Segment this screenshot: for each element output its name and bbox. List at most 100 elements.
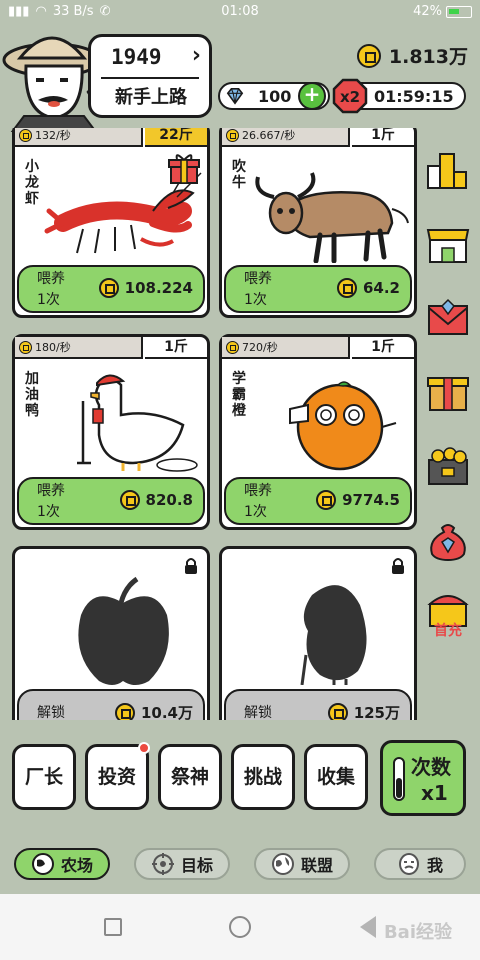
diamond-icon <box>226 87 244 105</box>
orange-image <box>289 381 397 471</box>
coin-icon <box>226 128 239 142</box>
income-rate: 180/秒 <box>15 337 143 359</box>
coin-balance: 1.813万 <box>356 42 468 69</box>
animal-card-ox[interactable]: 26.667/秒 1斤 吹牛 喂养 1次 64.2 <box>219 128 417 318</box>
animal-card-orange[interactable]: 720/秒 1斤 学霸橙 喂养 1次 9774.5 <box>219 334 417 530</box>
recent-apps-icon[interactable] <box>104 918 122 936</box>
status-bar: ▮▮▮ ◠ 33 B/s ✆ 01:08 42% <box>0 0 480 24</box>
feed-label: 喂养 <box>37 271 65 287</box>
coin-icon <box>356 43 381 68</box>
multiplier-badge[interactable]: x2 <box>332 78 368 114</box>
nav-alliance[interactable]: 联盟 <box>254 848 350 880</box>
feed-button[interactable]: 喂养 1次 820.8 <box>17 477 205 525</box>
money-bag-icon[interactable] <box>426 518 470 562</box>
lock-icon <box>392 558 404 574</box>
player-level: 1949 <box>111 45 162 69</box>
lock-icon <box>185 558 197 574</box>
locked-apple-silhouette <box>78 576 169 685</box>
challenge-button[interactable]: 挑战 <box>231 744 295 810</box>
animal-name: 加油鸭 <box>25 371 39 419</box>
feed-cost: 820.8 <box>145 491 193 509</box>
farm-grid[interactable]: 132/秒 22斤 小龙虾 喂养 1次 108.224 26.667/秒 1斤 … <box>12 128 417 720</box>
invest-label: 投资 <box>97 766 136 788</box>
feed-cost: 108.224 <box>124 279 193 297</box>
coin-icon <box>114 702 135 720</box>
bottom-nav: 农场 目标 联盟 我 <box>0 836 480 894</box>
first-recharge-label: 首充 <box>434 623 462 639</box>
battery-icon <box>446 5 472 18</box>
add-gems-button[interactable]: + <box>298 82 326 110</box>
chevron-right-icon: › <box>191 43 201 68</box>
animal-weight: 22斤 <box>145 128 207 147</box>
player-level-card[interactable]: 1949 › 新手上路 <box>88 34 212 118</box>
mail-icon[interactable] <box>426 296 470 340</box>
action-bar: 厂长 投资 祭神 挑战 收集 次数 x1 <box>12 740 468 816</box>
unlock-label: 解锁 <box>244 705 272 720</box>
animal-weight: 1斤 <box>352 128 414 147</box>
system-nav-bar: Bai经验 <box>0 894 480 960</box>
feed-times: 1次 <box>37 504 60 520</box>
multiplier-text: x2 <box>340 88 360 106</box>
animal-card-locked-apple[interactable]: 解锁 10.4万 <box>12 546 210 720</box>
coin-icon <box>19 128 32 142</box>
ranking-icon[interactable] <box>426 148 470 192</box>
animal-card-crayfish[interactable]: 132/秒 22斤 小龙虾 喂养 1次 108.224 <box>12 128 210 318</box>
unlock-cost: 10.4万 <box>140 704 193 720</box>
clock: 01:08 <box>221 4 259 19</box>
nav-goal-label: 目标 <box>180 856 213 875</box>
unlock-button[interactable]: 解锁 10.4万 <box>17 689 205 720</box>
gem-amount: 100 <box>258 87 292 106</box>
face-icon <box>398 853 419 875</box>
gift-icon[interactable] <box>167 151 201 185</box>
gift-box-icon[interactable] <box>426 370 470 414</box>
first-recharge-button[interactable]: 首充 <box>426 592 470 640</box>
feed-cost: 9774.5 <box>342 491 400 509</box>
nav-goal[interactable]: 目标 <box>134 848 230 880</box>
divider <box>101 77 199 79</box>
treasure-chest-icon[interactable] <box>426 444 470 488</box>
shop-icon[interactable] <box>426 222 470 266</box>
nav-alliance-label: 联盟 <box>300 856 333 875</box>
income-rate: 26.667/秒 <box>222 128 350 147</box>
feed-button[interactable]: 喂养 1次 9774.5 <box>224 477 412 525</box>
coin-icon <box>327 702 348 720</box>
home-icon[interactable] <box>229 916 251 938</box>
locked-mango-silhouette <box>300 585 367 685</box>
unlock-button[interactable]: 解锁 125万 <box>224 689 412 720</box>
animal-card-locked-mango[interactable]: 解锁 125万 <box>219 546 417 720</box>
side-menu: 首充 <box>426 148 472 640</box>
boost-timer-value: 01:59:15 <box>374 87 454 106</box>
nav-me-label: 我 <box>426 856 443 875</box>
globe-icon <box>31 853 54 875</box>
feed-button[interactable]: 喂养 1次 108.224 <box>17 265 205 313</box>
feed-button[interactable]: 喂养 1次 64.2 <box>224 265 412 313</box>
nav-farm-label: 农场 <box>60 856 93 875</box>
feed-label: 喂养 <box>244 271 272 287</box>
target-icon <box>151 853 174 875</box>
battery-percent: 42% <box>413 4 442 19</box>
animal-weight: 1斤 <box>145 337 207 359</box>
unlock-label: 解锁 <box>37 705 65 720</box>
worship-button[interactable]: 祭神 <box>158 744 222 810</box>
duck-image <box>77 374 198 472</box>
earth-icon <box>271 853 294 875</box>
coin-icon <box>226 340 239 354</box>
animal-weight: 1斤 <box>352 337 414 359</box>
income-rate: 132/秒 <box>15 128 143 147</box>
invest-button[interactable]: 投资 <box>85 742 150 810</box>
animal-card-duck[interactable]: 180/秒 1斤 加油鸭 喂养 1次 820.8 <box>12 334 210 530</box>
nav-me[interactable]: 我 <box>374 848 466 880</box>
times-multiplier-button[interactable]: 次数 x1 <box>380 740 466 816</box>
factory-button[interactable]: 厂长 <box>12 744 76 810</box>
feed-times: 1次 <box>37 292 60 308</box>
player-title: 新手上路 <box>115 87 187 108</box>
back-icon[interactable] <box>360 916 376 938</box>
nav-farm[interactable]: 农场 <box>14 848 110 880</box>
coin-icon <box>19 340 32 354</box>
coin-icon <box>316 490 337 510</box>
animal-name: 吹牛 <box>232 159 246 191</box>
coin-icon <box>98 278 119 298</box>
collect-button[interactable]: 收集 <box>304 744 368 810</box>
feed-times: 1次 <box>244 504 267 520</box>
toggle-icon <box>393 757 405 801</box>
